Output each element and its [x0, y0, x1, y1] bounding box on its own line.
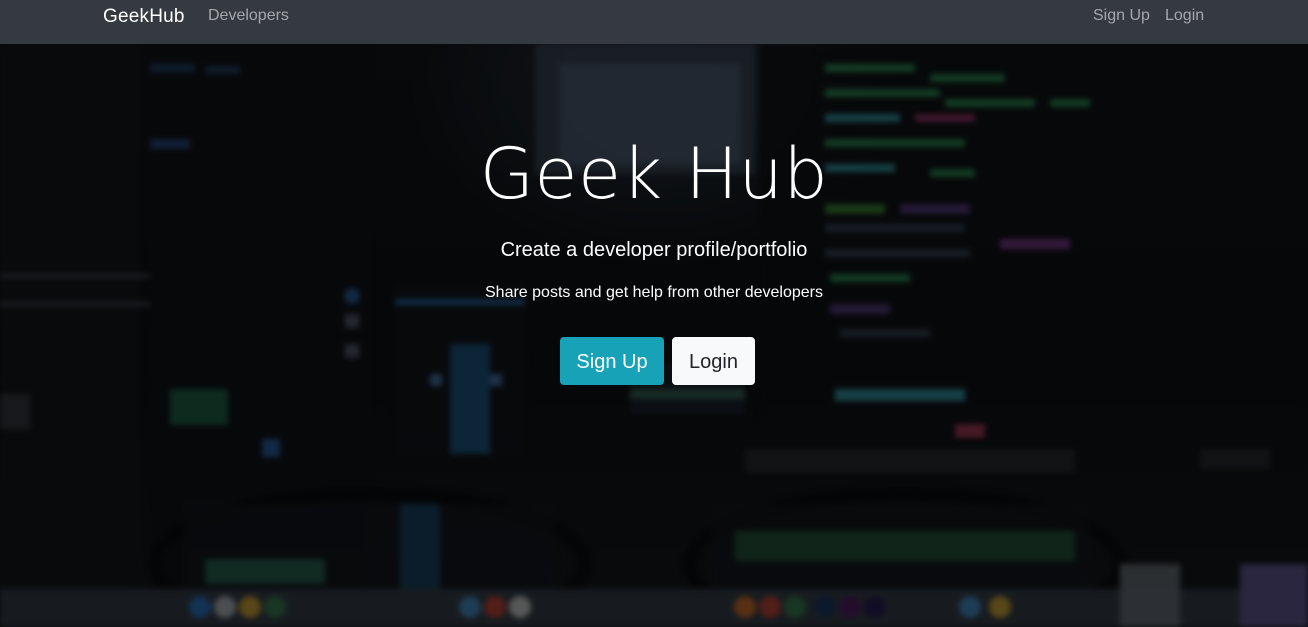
- hero-login-button[interactable]: Login: [672, 337, 755, 385]
- hero-signup-button[interactable]: Sign Up: [560, 337, 664, 385]
- hero-dark-overlay: [0, 44, 1308, 627]
- nav-developers-link[interactable]: Developers: [208, 7, 289, 25]
- hero-title: Geek Hub: [479, 133, 829, 215]
- hero-subtitle: Share posts and get help from other deve…: [485, 284, 823, 301]
- nav-signup-link[interactable]: Sign Up: [1093, 7, 1150, 25]
- nav-login-link[interactable]: Login: [1165, 7, 1204, 25]
- hero-landing: Geek Hub Create a developer profile/port…: [0, 44, 1308, 627]
- hero-lead-text: Create a developer profile/portfolio: [500, 239, 808, 261]
- brand-link[interactable]: GeekHub: [103, 6, 185, 28]
- top-navbar: GeekHub Developers Sign Up Login: [0, 0, 1308, 44]
